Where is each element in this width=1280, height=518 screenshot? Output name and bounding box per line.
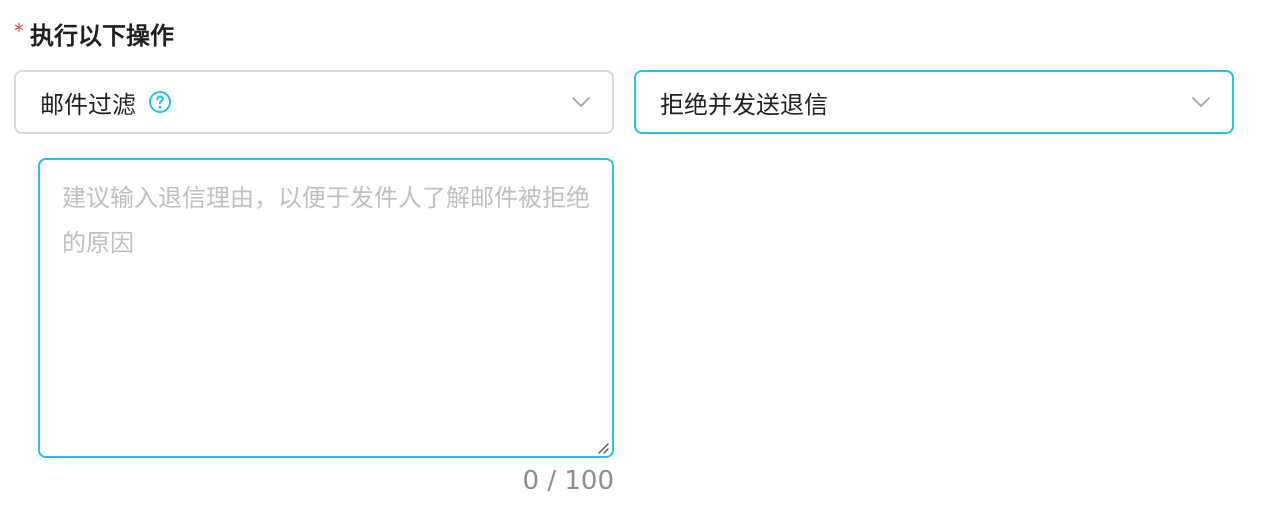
action-select-value: 拒绝并发送退信 (660, 90, 828, 119)
filter-type-select-value: 邮件过滤 (40, 85, 172, 120)
resize-handle-icon[interactable] (596, 440, 610, 454)
rule-action-form: * 执行以下操作 邮件过滤 拒绝并发送退信 建议输入退信理由，以便于发件人了解邮… (0, 0, 1280, 518)
question-circle-icon[interactable] (148, 90, 172, 114)
bounce-reason-field (38, 158, 614, 458)
character-counter: 0 / 100 (522, 466, 614, 496)
chevron-down-icon (570, 91, 592, 113)
filter-type-select[interactable]: 邮件过滤 (14, 70, 614, 134)
form-label-text: 执行以下操作 (30, 21, 174, 50)
bounce-reason-textarea[interactable] (40, 160, 612, 456)
chevron-down-icon (1190, 91, 1212, 113)
filter-type-label: 邮件过滤 (40, 90, 136, 119)
form-label: * 执行以下操作 (14, 14, 174, 52)
required-mark: * (14, 19, 24, 43)
action-select[interactable]: 拒绝并发送退信 (634, 70, 1234, 134)
